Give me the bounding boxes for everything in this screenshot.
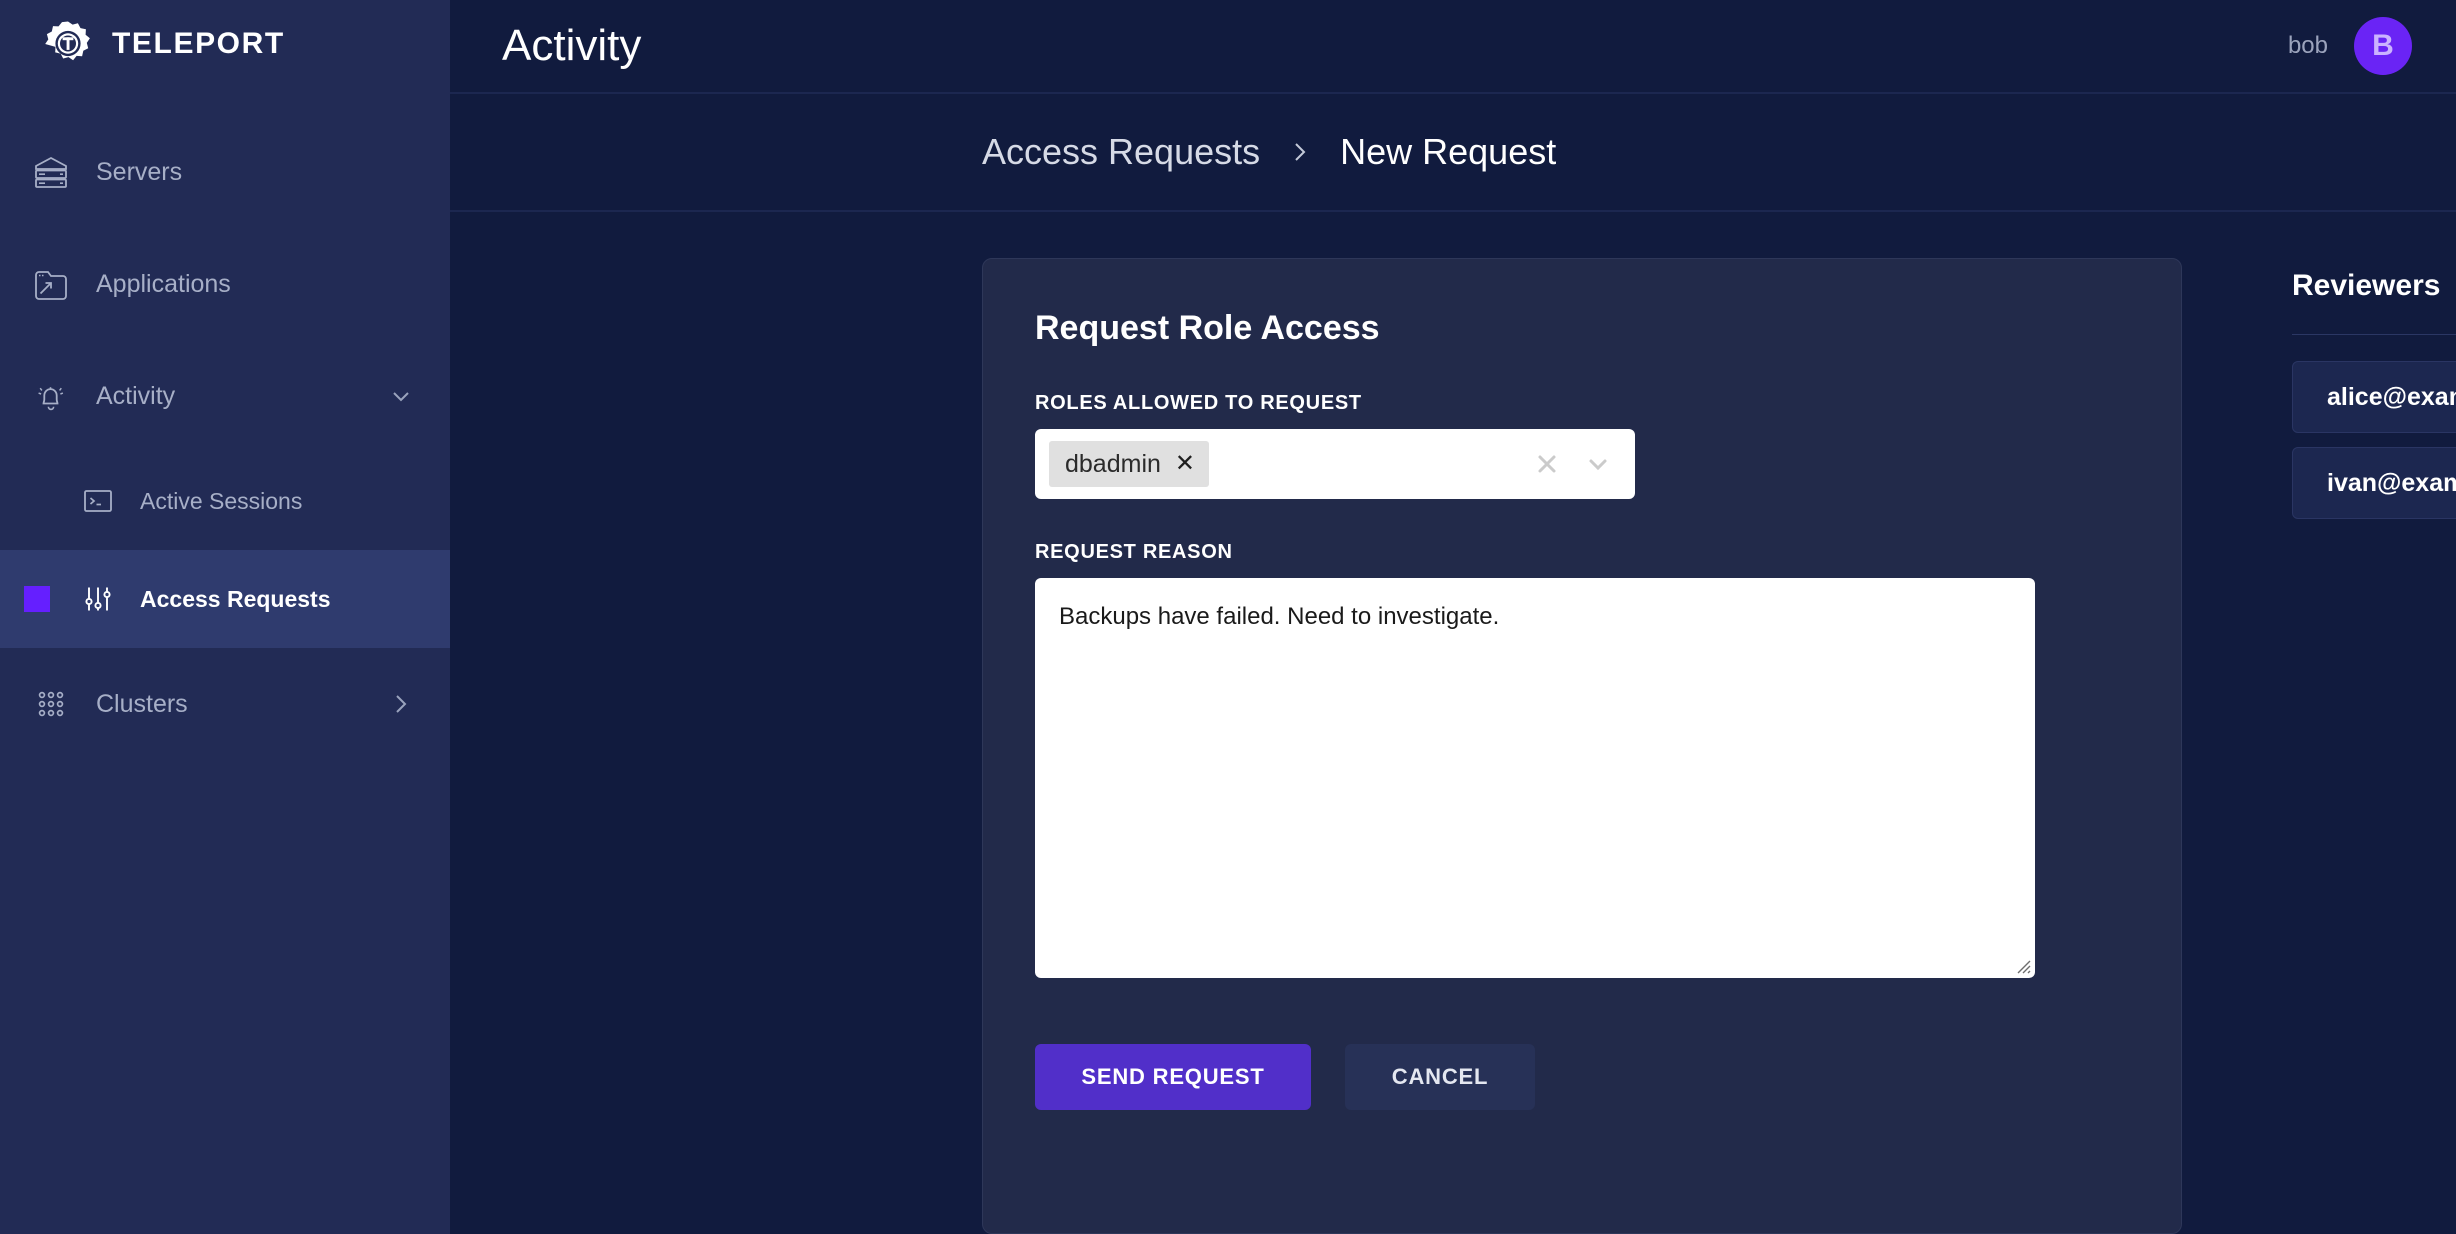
chevron-down-icon[interactable]: [1583, 449, 1613, 479]
brand-name: TELEPORT: [112, 27, 285, 60]
sidebar-item-label: Clusters: [96, 689, 188, 718]
main-area: Activity bob B Access Requests New Reque…: [450, 0, 2456, 1234]
sidebar-item-access-requests[interactable]: Access Requests: [0, 550, 450, 648]
sidebar-item-applications[interactable]: Applications: [0, 228, 450, 340]
sidebar-item-active-sessions[interactable]: Active Sessions: [0, 452, 450, 550]
username-label: bob: [2287, 32, 2328, 59]
send-request-button[interactable]: SEND REQUEST: [1035, 1044, 1311, 1110]
reviewer-email: alice@example.com: [2327, 382, 2456, 411]
reason-textarea-value: Backups have failed. Need to investigate…: [1059, 603, 1500, 630]
role-chip-label: dbadmin: [1065, 449, 1161, 478]
resize-handle[interactable]: [2012, 955, 2032, 975]
sidebar-item-label: Activity: [96, 381, 176, 410]
terminal-icon: [72, 488, 124, 514]
sidebar-nav: Servers Applications Activity Active Ses…: [0, 116, 450, 760]
request-role-access-card: Request Role Access ROLES ALLOWED TO REQ…: [982, 258, 2182, 1234]
sidebar-item-label: Active Sessions: [140, 487, 303, 514]
reviewer-list-item: alice@example.com: [2292, 361, 2456, 433]
server-rack-icon: [20, 155, 82, 189]
reviewer-list-item: ivan@example.com: [2292, 447, 2456, 519]
application-window-icon: [20, 267, 82, 301]
chevron-right-icon[interactable]: [386, 689, 416, 719]
select-actions: [1533, 449, 1625, 479]
app-root: TELEPORT Servers Applications Activity A…: [0, 0, 2456, 1234]
brand[interactable]: TELEPORT: [0, 0, 450, 88]
roles-field-label: ROLES ALLOWED TO REQUEST: [1035, 392, 1362, 414]
sidebar: TELEPORT Servers Applications Activity A…: [0, 0, 450, 1234]
chevron-down-icon[interactable]: [386, 381, 416, 411]
reviewers-panel: Reviewers EDIT alice@example.com ivan@ex…: [2292, 258, 2456, 1234]
sidebar-item-activity[interactable]: Activity: [0, 340, 450, 452]
sidebar-item-servers[interactable]: Servers: [0, 116, 450, 228]
sidebar-item-label: Applications: [96, 269, 231, 298]
divider: [2292, 334, 2456, 335]
sidebar-item-clusters[interactable]: Clusters: [0, 648, 450, 760]
breadcrumb-parent[interactable]: Access Requests: [982, 131, 1260, 173]
reviewers-header: Reviewers EDIT: [2292, 260, 2456, 312]
bell-icon: [20, 379, 82, 413]
grid-dots-icon: [20, 688, 82, 720]
reason-field: REQUEST REASON Backups have failed. Need…: [1035, 541, 2129, 978]
cancel-button[interactable]: CANCEL: [1345, 1044, 1535, 1110]
remove-role-icon[interactable]: ✕: [1175, 452, 1195, 476]
content-area: Request Role Access ROLES ALLOWED TO REQ…: [450, 212, 2456, 1234]
sidebar-item-label: Access Requests: [140, 585, 331, 612]
active-indicator: [24, 586, 50, 612]
teleport-gear-logo-icon: [45, 21, 90, 61]
breadcrumb: Access Requests New Request: [450, 94, 2456, 212]
reason-textarea[interactable]: Backups have failed. Need to investigate…: [1035, 578, 2035, 978]
roles-multiselect[interactable]: dbadmin ✕: [1035, 429, 1635, 499]
topbar-user-area: bob B: [2288, 17, 2412, 75]
topbar: Activity bob B: [450, 0, 2456, 94]
card-actions: SEND REQUEST CANCEL: [1035, 1044, 2129, 1188]
avatar[interactable]: B: [2354, 17, 2412, 75]
reviewer-email: ivan@example.com: [2327, 468, 2456, 497]
reviewers-title: Reviewers: [2292, 269, 2441, 302]
sliders-icon: [72, 584, 124, 614]
sidebar-item-label: Servers: [96, 157, 183, 186]
clear-x-icon[interactable]: [1533, 450, 1561, 478]
role-chip[interactable]: dbadmin ✕: [1049, 441, 1210, 487]
reason-field-label: REQUEST REASON: [1035, 541, 1233, 563]
card-title: Request Role Access: [1035, 309, 1380, 347]
page-title: Activity: [502, 21, 642, 70]
chevron-right-icon: [1286, 138, 1314, 166]
breadcrumb-current: New Request: [1340, 131, 1557, 172]
